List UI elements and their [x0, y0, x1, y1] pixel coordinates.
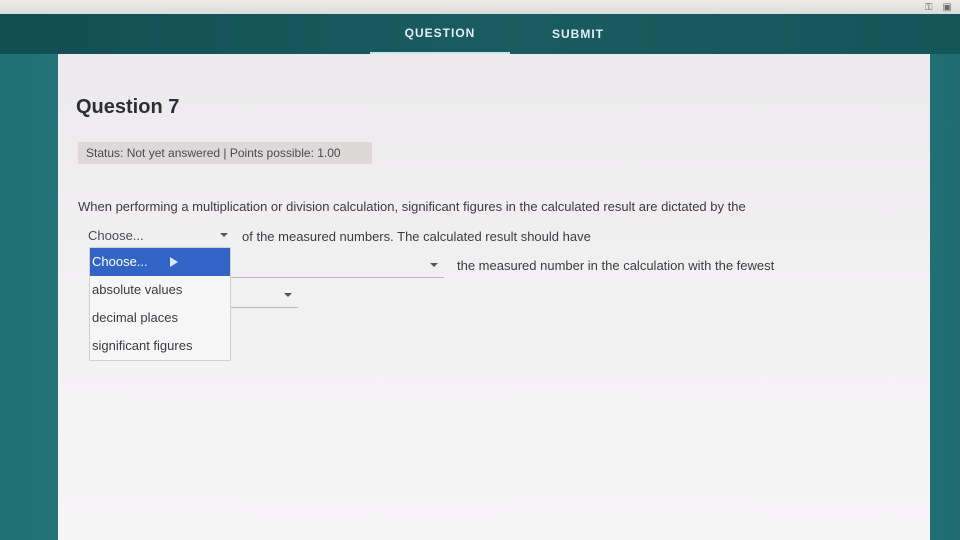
dropdown-option-decimal-places[interactable]: decimal places: [90, 304, 230, 332]
key-icon[interactable]: ⚿: [925, 2, 933, 13]
answer-select-2[interactable]: [230, 254, 444, 278]
answer-select-3[interactable]: [230, 284, 298, 308]
browser-extensions: ⚿ ▣: [925, 0, 952, 14]
chevron-down-icon: [430, 263, 438, 267]
extension-icon[interactable]: ▣: [943, 2, 952, 13]
tab-submit[interactable]: SUBMIT: [508, 14, 648, 54]
select-1-value: Choose...: [88, 228, 144, 243]
top-navbar: QUESTION SUBMIT: [0, 14, 960, 54]
tab-question[interactable]: QUESTION: [370, 14, 510, 54]
dropdown-option-significant-figures[interactable]: significant figures: [90, 332, 230, 360]
question-text-line-2: of the measured numbers. The calculated …: [242, 229, 591, 244]
question-panel: Question 7 Status: Not yet answered | Po…: [58, 54, 930, 540]
chevron-down-icon: [284, 293, 292, 297]
dropdown-option-absolute-values[interactable]: absolute values: [90, 276, 230, 304]
question-text-line-3: the measured number in the calculation w…: [457, 258, 775, 273]
question-text-line-1: When performing a multiplication or divi…: [78, 199, 746, 214]
question-title: Question 7: [76, 96, 180, 118]
dropdown-list: Choose... absolute values decimal places…: [89, 247, 231, 361]
answer-select-1[interactable]: Choose...: [88, 224, 234, 248]
dropdown-option-choose[interactable]: Choose...: [90, 248, 230, 276]
browser-toolbar-strip: ⚿ ▣: [0, 0, 960, 14]
chevron-down-icon: [220, 233, 228, 237]
mouse-pointer-icon: [170, 257, 178, 267]
status-text: Status: Not yet answered | Points possib…: [86, 146, 341, 160]
status-badge: Status: Not yet answered | Points possib…: [78, 142, 372, 164]
